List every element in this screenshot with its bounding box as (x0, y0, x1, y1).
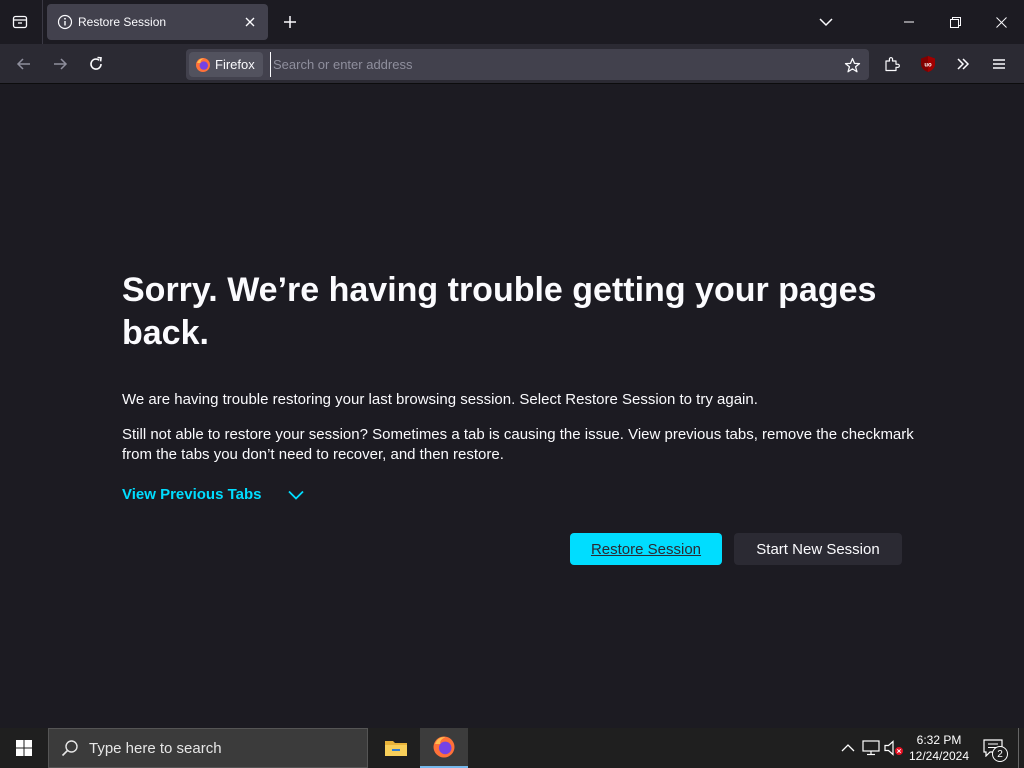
folder-icon (385, 741, 407, 756)
start-new-session-button[interactable]: Start New Session (734, 533, 902, 565)
reload-icon (90, 56, 102, 70)
clock-date: 12/24/2024 (908, 749, 970, 763)
tab-title: Restore Session (78, 15, 167, 29)
page-title: Sorry. We’re having trouble getting your… (122, 271, 877, 352)
search-icon (61, 740, 78, 757)
taskbar: Type here to search 6:32 PM 12/24/2024 2 (0, 728, 1024, 768)
address-input[interactable] (270, 52, 830, 77)
chevron-down-icon (287, 490, 304, 500)
start-button[interactable] (0, 728, 48, 768)
minimize-button[interactable] (886, 0, 932, 44)
reload-button[interactable] (82, 50, 110, 78)
plus-icon (284, 16, 296, 28)
nav-bar: Firefox uo (0, 44, 1024, 84)
bookmark-button[interactable] (842, 55, 862, 75)
firefox-taskbar-button[interactable] (420, 728, 468, 768)
chevron-up-icon (841, 744, 855, 752)
show-hidden-icons-button[interactable] (838, 738, 858, 758)
firefox-view-icon (12, 15, 28, 29)
tab-strip: Restore Session (0, 0, 1024, 44)
windows-logo-icon (16, 740, 32, 756)
star-icon (844, 57, 860, 72)
restore-window-button[interactable] (932, 0, 978, 44)
volume-muted-icon (884, 740, 903, 756)
arrow-left-icon (16, 58, 30, 70)
identity-label: Firefox (215, 57, 255, 72)
action-center-button[interactable]: 2 (980, 736, 1008, 762)
firefox-view-button[interactable] (6, 8, 34, 36)
network-button[interactable] (861, 738, 881, 758)
more-tools-button[interactable] (949, 50, 977, 78)
tab-close-button[interactable] (242, 14, 258, 30)
notification-count-badge: 2 (992, 746, 1008, 762)
close-window-button[interactable] (978, 0, 1024, 44)
taskbar-search-box[interactable]: Type here to search (48, 728, 368, 768)
close-icon (245, 17, 255, 27)
restore-session-button[interactable]: Restore Session (570, 533, 722, 565)
double-chevron-right-icon (957, 58, 970, 70)
hamburger-menu-icon (993, 59, 1005, 69)
puzzle-piece-icon (885, 57, 900, 72)
firefox-logo-icon (433, 736, 455, 758)
show-desktop-button[interactable] (1018, 728, 1019, 768)
network-icon (862, 740, 880, 756)
restore-window-icon (949, 16, 961, 28)
page-content: Sorry. We’re having trouble getting your… (0, 85, 1024, 728)
url-bar[interactable]: Firefox (186, 49, 869, 80)
svg-text:uo: uo (924, 63, 932, 69)
extensions-button[interactable] (878, 50, 906, 78)
restore-help-message: Still not able to restore your session? … (122, 426, 914, 463)
close-icon (995, 16, 1007, 28)
firefox-logo-icon (196, 57, 210, 72)
list-all-tabs-button[interactable] (814, 10, 838, 34)
ublock-origin-button[interactable]: uo (914, 50, 942, 78)
arrow-right-icon (54, 58, 68, 70)
new-tab-button[interactable] (278, 10, 302, 34)
minimize-icon (904, 21, 914, 23)
volume-button[interactable] (884, 738, 904, 758)
chevron-down-icon (819, 18, 833, 27)
view-previous-tabs-toggle[interactable]: View Previous Tabs (122, 486, 304, 503)
clock-time: 6:32 PM (916, 733, 962, 747)
view-previous-tabs-label: View Previous Tabs (122, 486, 262, 503)
app-menu-button[interactable] (985, 50, 1013, 78)
back-button[interactable] (10, 50, 38, 78)
info-icon (57, 14, 73, 30)
restore-message: We are having trouble restoring your las… (122, 391, 758, 408)
identity-box[interactable]: Firefox (189, 52, 263, 77)
tab-restore-session[interactable]: Restore Session (47, 4, 268, 40)
tabstrip-divider (42, 0, 43, 44)
file-explorer-button[interactable] (372, 728, 420, 768)
forward-button[interactable] (46, 50, 74, 78)
taskbar-search-placeholder: Type here to search (89, 739, 222, 757)
ublock-origin-icon: uo (921, 56, 935, 72)
system-clock[interactable]: 6:32 PM 12/24/2024 (904, 732, 974, 764)
